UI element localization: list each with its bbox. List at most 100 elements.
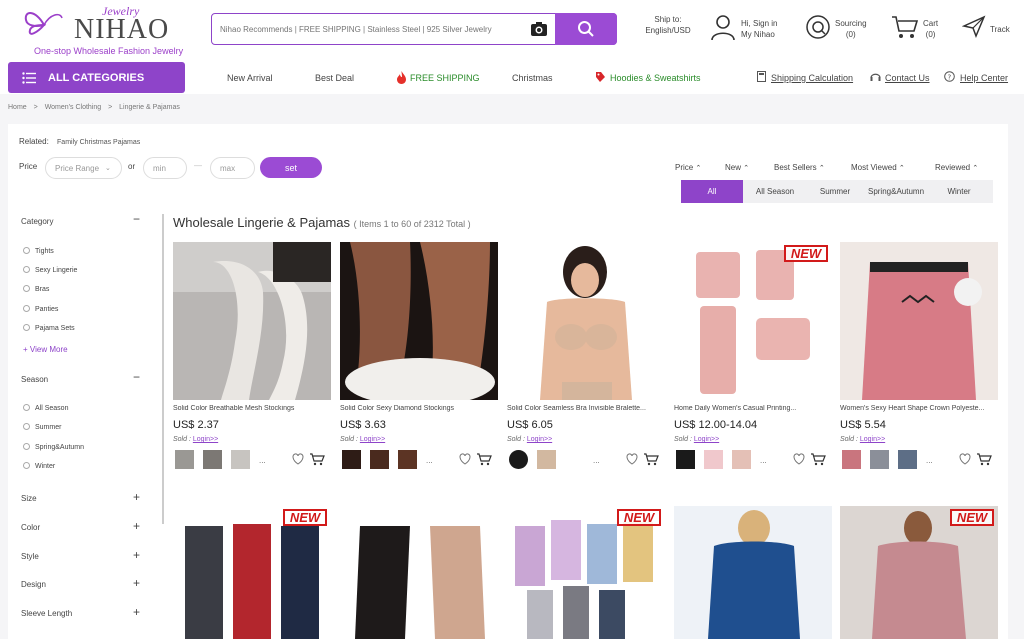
sort-most-viewed[interactable]: Most Viewed ⌃ (851, 163, 905, 172)
filter-option[interactable]: Spring&Autumn (23, 443, 84, 451)
view-more-link[interactable]: + View More (23, 345, 68, 354)
ship-to-selector[interactable]: Ship to: English/USD (643, 14, 693, 36)
filter-option[interactable]: Bras (23, 285, 49, 293)
filter-category-title[interactable]: Category (21, 217, 53, 226)
product-image[interactable] (507, 242, 665, 400)
season-tab-all[interactable]: All (681, 180, 743, 203)
login-link[interactable]: Login>> (527, 436, 552, 443)
product-card[interactable] (674, 506, 832, 639)
plus-icon[interactable]: + (133, 519, 140, 533)
help-center-link[interactable]: Help Center (960, 73, 1008, 83)
more-variants[interactable]: ... (259, 456, 266, 465)
filter-sleeve-length-title[interactable]: Sleeve Length (21, 609, 72, 618)
filter-design-title[interactable]: Design (21, 580, 46, 589)
season-tab-summer[interactable]: Summer (809, 180, 861, 203)
breadcrumb-home[interactable]: Home (8, 104, 27, 111)
shipping-calculation-link[interactable]: Shipping Calculation (771, 73, 853, 83)
variant-thumb[interactable] (676, 450, 695, 469)
product-name[interactable]: Solid Color Breathable Mesh Stockings (173, 405, 331, 412)
breadcrumb-womens-clothing[interactable]: Women's Clothing (45, 104, 101, 111)
variant-thumb[interactable] (509, 450, 528, 469)
plus-icon[interactable]: + (133, 576, 140, 590)
sort-new[interactable]: New ⌃ (725, 163, 749, 172)
variant-thumb[interactable] (704, 450, 723, 469)
product-name[interactable]: Women's Sexy Heart Shape Crown Polyeste.… (840, 405, 998, 412)
filter-color-title[interactable]: Color (21, 523, 40, 532)
product-card[interactable]: NEW (840, 506, 998, 639)
variant-thumb[interactable] (870, 450, 889, 469)
variant-thumb[interactable] (203, 450, 222, 469)
nav-christmas[interactable]: Christmas (512, 73, 553, 83)
product-image[interactable] (340, 506, 498, 639)
product-card[interactable]: Women's Sexy Heart Shape Crown Polyeste.… (840, 242, 998, 480)
filter-style-title[interactable]: Style (21, 552, 39, 561)
product-image[interactable] (173, 242, 331, 400)
product-name[interactable]: Solid Color Sexy Diamond Stockings (340, 405, 498, 412)
login-link[interactable]: Login>> (193, 436, 218, 443)
price-range-dropdown[interactable]: Price Range ⌄ (45, 157, 122, 179)
product-card[interactable]: Solid Color Seamless Bra Invisible Brale… (507, 242, 665, 480)
variant-thumb[interactable] (842, 450, 861, 469)
nav-hoodies[interactable]: Hoodies & Sweatshirts (610, 73, 701, 83)
login-link[interactable]: Login>> (360, 436, 385, 443)
variant-thumb[interactable] (398, 450, 417, 469)
price-max-input[interactable]: max (210, 157, 255, 179)
contact-us-link[interactable]: Contact Us (885, 73, 930, 83)
sort-reviewed[interactable]: Reviewed ⌃ (935, 163, 978, 172)
sign-in-link[interactable]: Hi, Sign in (741, 18, 777, 29)
plus-icon[interactable]: + (133, 548, 140, 562)
product-name[interactable]: Home Daily Women's Casual Printing... (674, 405, 832, 412)
product-image[interactable] (840, 242, 998, 400)
sort-price[interactable]: Price ⌃ (675, 163, 701, 172)
filter-size-title[interactable]: Size (21, 494, 37, 503)
site-logo[interactable]: Jewelry NIHAO One-stop Wholesale Fashion… (22, 4, 183, 56)
login-link[interactable]: Login>> (694, 436, 719, 443)
filter-option[interactable]: Tights (23, 247, 54, 255)
variant-thumb[interactable] (342, 450, 361, 469)
filter-season-title[interactable]: Season (21, 375, 48, 384)
variant-thumb[interactable] (175, 450, 194, 469)
all-categories-button[interactable]: ALL CATEGORIES (8, 62, 185, 93)
season-tab-winter[interactable]: Winter (933, 180, 985, 203)
more-variants[interactable]: ... (926, 456, 933, 465)
product-card[interactable]: NEW Home Daily Women's Casual Printing..… (674, 242, 832, 480)
season-tab-spring-autumn[interactable]: Spring&Autumn (861, 180, 931, 203)
variant-thumb[interactable] (370, 450, 389, 469)
product-image[interactable]: NEW (507, 506, 665, 639)
product-card[interactable]: Solid Color Sexy Diamond Stockings US$ 3… (340, 242, 498, 480)
login-link[interactable]: Login>> (860, 436, 885, 443)
variant-thumb[interactable] (732, 450, 751, 469)
plus-icon[interactable]: + (133, 605, 140, 619)
nav-free-shipping[interactable]: FREE SHIPPING (410, 73, 480, 83)
product-image[interactable]: NEW (173, 506, 331, 639)
camera-icon[interactable] (530, 21, 548, 37)
search-button[interactable] (555, 13, 617, 45)
product-image[interactable] (340, 242, 498, 400)
product-image[interactable]: NEW (674, 242, 832, 400)
product-name[interactable]: Solid Color Seamless Bra Invisible Brale… (507, 405, 665, 412)
variant-thumb[interactable] (898, 450, 917, 469)
product-card[interactable]: NEW (173, 506, 331, 639)
related-link[interactable]: Family Christmas Pajamas (57, 139, 140, 146)
more-variants[interactable]: ... (760, 456, 767, 465)
product-card[interactable]: Solid Color Breathable Mesh Stockings US… (173, 242, 331, 480)
nav-best-deal[interactable]: Best Deal (315, 73, 354, 83)
product-image[interactable] (674, 506, 832, 639)
minus-icon[interactable]: − (133, 370, 140, 384)
product-image[interactable]: NEW (840, 506, 998, 639)
my-account-link[interactable]: My Nihao (741, 29, 777, 40)
product-card[interactable]: NEW (507, 506, 665, 639)
product-card[interactable] (340, 506, 498, 639)
season-tab-all-season[interactable]: All Season (743, 180, 807, 203)
filter-option[interactable]: Pajama Sets (23, 324, 75, 332)
filter-option[interactable]: Panties (23, 305, 58, 313)
price-min-input[interactable]: min (143, 157, 187, 179)
more-variants[interactable]: ... (593, 456, 600, 465)
filter-option[interactable]: Winter (23, 462, 55, 470)
more-variants[interactable]: ... (426, 456, 433, 465)
plus-icon[interactable]: + (133, 490, 140, 504)
filter-option[interactable]: All Season (23, 404, 68, 412)
search-input[interactable] (212, 14, 522, 44)
variant-thumb[interactable] (537, 450, 556, 469)
price-set-button[interactable]: set (260, 157, 322, 178)
